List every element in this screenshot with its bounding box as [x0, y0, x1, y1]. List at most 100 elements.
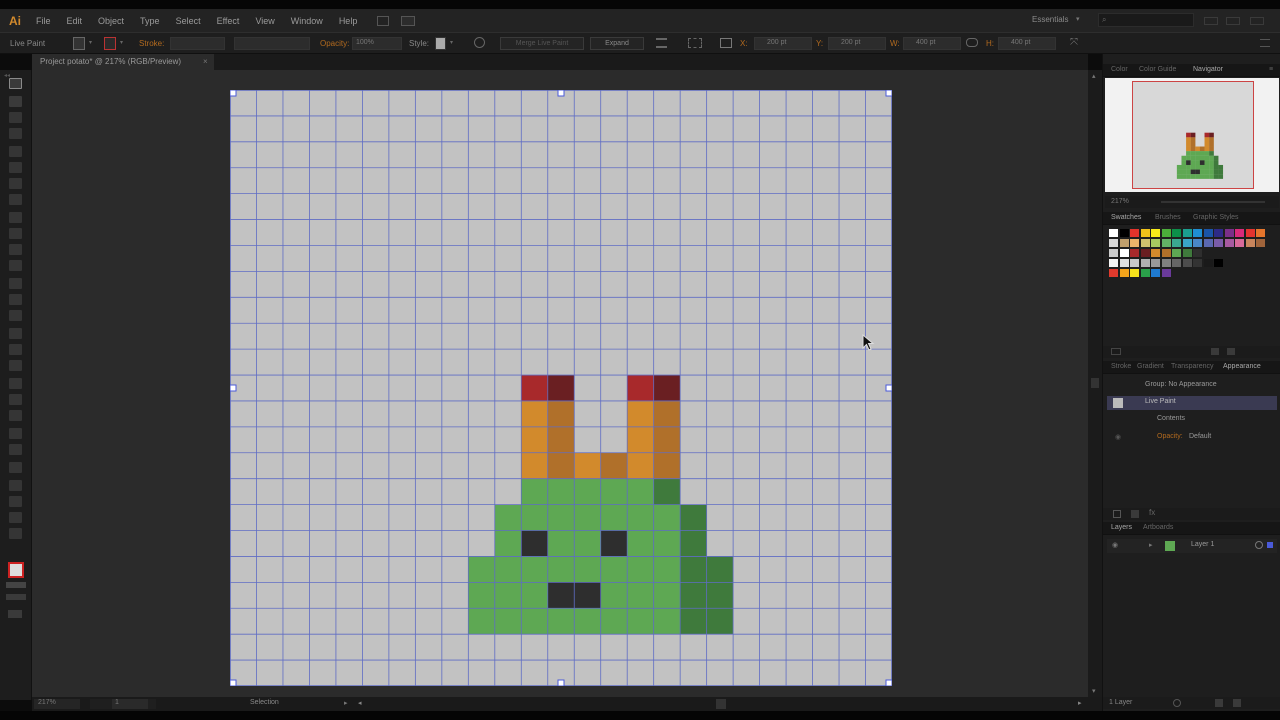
navigator-cell[interactable]	[1204, 132, 1210, 138]
symbol-sprayer-tool-icon[interactable]	[9, 444, 22, 455]
paint-cell[interactable]	[680, 582, 707, 609]
close-window-button[interactable]	[1250, 17, 1264, 25]
paint-cell[interactable]	[574, 478, 602, 505]
navigator-cell[interactable]	[1209, 169, 1214, 175]
navigator-cell[interactable]	[1213, 174, 1219, 179]
swatch[interactable]	[1119, 269, 1129, 277]
navigator-cell[interactable]	[1190, 132, 1196, 138]
paint-cell[interactable]	[521, 426, 549, 454]
drawing-mode-icon[interactable]	[8, 610, 22, 618]
swatch[interactable]	[1172, 249, 1181, 257]
navigator-cell[interactable]	[1190, 174, 1196, 179]
paint-cell[interactable]	[627, 608, 654, 635]
layer-target-icon[interactable]	[1255, 541, 1263, 549]
paint-cell[interactable]	[680, 556, 707, 583]
paint-cell[interactable]	[653, 530, 681, 557]
document-tab[interactable]: Project potato* @ 217% (RGB/Preview) ×	[32, 54, 214, 70]
swatch[interactable]	[1130, 259, 1139, 267]
swatch[interactable]	[1214, 239, 1223, 247]
visibility-eye-icon[interactable]: ◉	[1115, 433, 1121, 441]
paint-cell[interactable]	[468, 556, 496, 583]
menu-help[interactable]: Help	[331, 16, 366, 26]
selection-handle[interactable]	[229, 384, 237, 392]
isolate-group-icon[interactable]: ⤧	[1070, 37, 1078, 48]
swatch[interactable]	[1235, 239, 1244, 247]
swatch[interactable]	[1224, 229, 1234, 237]
menu-view[interactable]: View	[247, 16, 282, 26]
navigator-cell[interactable]	[1199, 174, 1205, 179]
paint-cell[interactable]	[653, 452, 681, 479]
tab-color-guide[interactable]: Color Guide	[1139, 66, 1176, 73]
menu-file[interactable]: File	[28, 16, 59, 26]
paint-cell[interactable]	[627, 504, 654, 531]
navigator-cell[interactable]	[1218, 169, 1224, 175]
paint-cell[interactable]	[627, 452, 654, 479]
rotate-tool-icon[interactable]	[9, 278, 22, 289]
paint-cell[interactable]	[547, 556, 575, 583]
paint-cell[interactable]	[547, 375, 575, 402]
paint-cell[interactable]	[653, 426, 681, 454]
selection-handle[interactable]	[557, 679, 565, 687]
appearance-contents[interactable]: Contents	[1157, 415, 1185, 422]
swatch[interactable]	[1161, 269, 1171, 277]
paint-cell[interactable]	[521, 375, 549, 402]
paint-cell[interactable]	[521, 504, 549, 531]
artboard-tool-icon[interactable]	[9, 480, 22, 491]
delete-layer-icon[interactable]	[1233, 699, 1241, 707]
layer-selection-indicator[interactable]	[1267, 542, 1273, 548]
selection-handle[interactable]	[885, 384, 893, 392]
paint-cell[interactable]	[547, 608, 575, 635]
swatch[interactable]	[1203, 239, 1213, 247]
navigator-cell[interactable]	[1213, 169, 1219, 175]
swatch[interactable]	[1109, 249, 1118, 257]
navigator-cell[interactable]	[1204, 160, 1210, 166]
swatch[interactable]	[1119, 259, 1129, 267]
navigator-cell[interactable]	[1209, 146, 1214, 152]
navigator-cell[interactable]	[1195, 160, 1201, 166]
paint-cell[interactable]	[627, 530, 654, 557]
menu-window[interactable]: Window	[283, 16, 331, 26]
paint-cell[interactable]	[653, 504, 681, 531]
navigator-cell[interactable]	[1213, 164, 1219, 170]
swatch[interactable]	[1130, 229, 1139, 237]
navigator-cell[interactable]	[1186, 146, 1191, 152]
h-field[interactable]: 400 pt	[998, 37, 1056, 50]
paint-cell[interactable]	[600, 452, 628, 479]
navigator-cell[interactable]	[1195, 174, 1201, 179]
vertical-scrollbar[interactable]: ▴ ▾	[1088, 70, 1102, 700]
layer-name[interactable]: Layer 1	[1191, 541, 1214, 548]
paint-cell[interactable]	[521, 400, 549, 428]
navigator-cell[interactable]	[1186, 155, 1191, 161]
swatch[interactable]	[1203, 229, 1213, 237]
paint-cell[interactable]	[574, 582, 602, 609]
layer-row[interactable]: ◉ ▸ Layer 1	[1107, 539, 1277, 553]
perspective-grid-tool-icon[interactable]	[9, 360, 22, 371]
swatch[interactable]	[1161, 229, 1171, 237]
shape-builder-tool-icon[interactable]	[9, 344, 22, 355]
swatch[interactable]	[1140, 259, 1150, 267]
navigator-cell[interactable]	[1181, 155, 1187, 161]
new-swatch-icon[interactable]	[1211, 348, 1219, 355]
navigator-cell[interactable]	[1190, 164, 1196, 170]
search-field[interactable]: ⌕	[1098, 13, 1194, 27]
tab-swatches[interactable]: Swatches	[1111, 214, 1141, 221]
paint-cell[interactable]	[494, 582, 522, 609]
color-mode-icons[interactable]	[6, 594, 26, 600]
maximize-button[interactable]	[1226, 17, 1240, 25]
zoom-tool-icon[interactable]	[9, 528, 22, 539]
type-tool-icon[interactable]	[9, 162, 22, 173]
swatch[interactable]	[1130, 269, 1139, 277]
tab-navigator[interactable]: Navigator	[1193, 66, 1223, 73]
swatch[interactable]	[1193, 249, 1202, 257]
scroll-thumb[interactable]	[1091, 378, 1099, 388]
stroke-weight-field[interactable]	[170, 37, 225, 50]
navigator-cell[interactable]	[1199, 155, 1205, 161]
paint-cell[interactable]	[706, 608, 734, 635]
constrain-proportions-icon[interactable]	[966, 38, 978, 47]
navigator-cell[interactable]	[1186, 137, 1191, 143]
free-transform-tool-icon[interactable]	[9, 328, 22, 339]
paint-cell[interactable]	[627, 478, 654, 505]
blend-tool-icon[interactable]	[9, 428, 22, 439]
page-field[interactable]: 1	[112, 699, 148, 709]
paint-cell[interactable]	[627, 400, 654, 428]
